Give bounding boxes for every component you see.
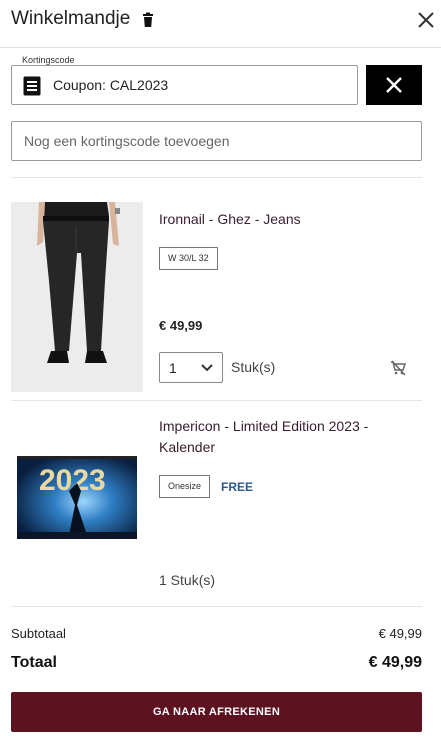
total-label: Totaal	[11, 654, 57, 671]
coupon-legend: Kortingscode	[19, 55, 78, 65]
product-name[interactable]: Ironnail - Ghez - Jeans	[159, 209, 409, 230]
applied-coupon-text: Coupon: CAL2023	[53, 77, 169, 93]
remove-coupon-button[interactable]	[366, 65, 422, 105]
coupon-code-input[interactable]	[11, 121, 422, 161]
calendar-product-image[interactable]: 2023	[11, 450, 143, 545]
chevron-down-icon	[201, 364, 213, 372]
cart-header: Winkelmandje	[0, 0, 441, 48]
trash-icon[interactable]	[141, 12, 155, 28]
quantity-unit: Stuk(s)	[231, 359, 276, 375]
subtotal-value: € 49,99	[378, 626, 422, 641]
product-price: € 49,99	[159, 318, 203, 333]
free-label: FREE	[221, 480, 254, 494]
divider	[11, 606, 422, 607]
coupon-icon	[23, 76, 41, 96]
size-badge: Onesize	[159, 475, 211, 498]
quantity-text: 1 Stuk(s)	[159, 572, 216, 588]
cart-remove-icon[interactable]	[390, 360, 406, 376]
divider	[11, 400, 422, 401]
divider	[11, 177, 422, 178]
size-badge: W 30/L 32	[159, 247, 218, 270]
quantity-select[interactable]: 1	[159, 352, 223, 383]
close-icon	[386, 77, 402, 93]
total-value: € 49,99	[368, 654, 422, 671]
checkout-button[interactable]: GA NAAR AFREKENEN	[11, 692, 422, 732]
close-icon[interactable]	[416, 10, 436, 30]
cart-title: Winkelmandje	[11, 8, 131, 29]
jeans-product-image[interactable]	[11, 202, 143, 392]
subtotal-label: Subtotaal	[11, 626, 66, 641]
applied-coupon-field: Coupon: CAL2023	[11, 65, 358, 105]
product-name[interactable]: Impericon - Limited Edition 2023 - Kalen…	[159, 416, 409, 458]
quantity-value: 1	[169, 360, 177, 376]
